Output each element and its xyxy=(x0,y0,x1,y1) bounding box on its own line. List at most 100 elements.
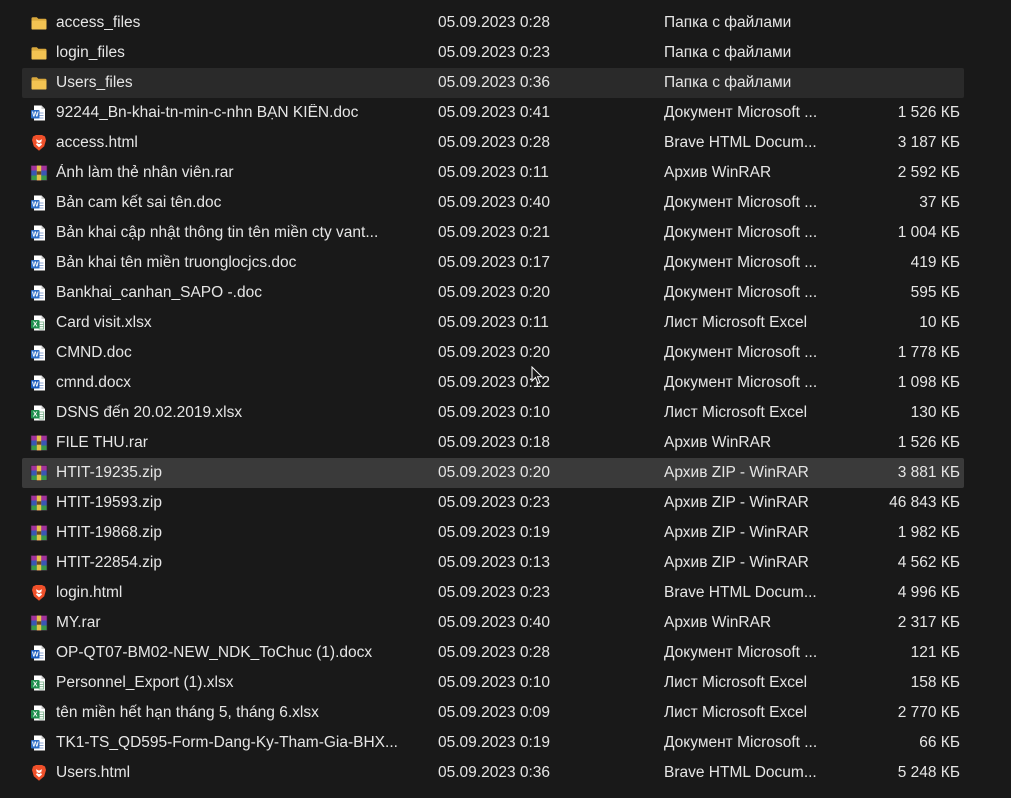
file-name: Bản khai cập nhật thông tin tên miền cty… xyxy=(56,224,379,241)
winrar-icon xyxy=(30,164,48,182)
file-row[interactable]: HTIT-22854.zip 05.09.2023 0:13 Архив ZIP -… xyxy=(22,548,964,578)
file-row[interactable]: W CMND.doc 05.09.2023 0:20 Документ Microso… xyxy=(22,338,964,368)
file-type: Документ Microsoft ... xyxy=(664,644,818,661)
file-size: 3 881 КБ xyxy=(897,464,960,481)
file-row[interactable]: login_files 05.09.2023 0:23 Папка с файлам… xyxy=(22,38,964,68)
file-row[interactable]: access.html 05.09.2023 0:28 Brave HTML Doc… xyxy=(22,128,964,158)
file-row[interactable]: X DSNS đến 20.02.2019.xlsx 05.09.2023 0:10… xyxy=(22,398,964,428)
file-row[interactable]: X Card visit.xlsx 05.09.2023 0:11 Лист Micr… xyxy=(22,308,964,338)
winrar-icon xyxy=(30,434,48,452)
file-size: 5 248 КБ xyxy=(897,764,960,781)
svg-text:X: X xyxy=(33,712,38,719)
word-doc-icon: W xyxy=(30,224,48,242)
file-size: 595 КБ xyxy=(910,284,960,301)
file-row[interactable]: FILE THU.rar 05.09.2023 0:18 Архив WinRAR 1… xyxy=(22,428,964,458)
winrar-icon xyxy=(30,614,48,632)
word-doc-icon: W xyxy=(30,284,48,302)
file-date-modified: 05.09.2023 0:19 xyxy=(438,524,551,541)
file-date-modified: 05.09.2023 0:28 xyxy=(438,134,551,151)
file-name: Bản cam kết sai tên.doc xyxy=(56,194,222,211)
file-type: Архив WinRAR xyxy=(664,164,772,181)
file-date-modified: 05.09.2023 0:23 xyxy=(438,584,551,601)
file-row[interactable]: MY.rar 05.09.2023 0:40 Архив WinRAR 2 317 К… xyxy=(22,608,964,638)
file-row[interactable]: W OP-QT07-BM02-NEW_NDK_ToChuc (1).docx 05.… xyxy=(22,638,964,668)
file-type: Архив WinRAR xyxy=(664,434,772,451)
file-date-modified: 05.09.2023 0:11 xyxy=(438,164,549,181)
file-row[interactable]: Ảnh làm thẻ nhân viên.rar 05.09.2023 0:11… xyxy=(22,158,964,188)
file-name: TK1-TS_QD595-Form-Dang-Ky-Tham-Gia-BHX..… xyxy=(56,734,398,751)
file-date-modified: 05.09.2023 0:18 xyxy=(438,434,551,451)
file-date-modified: 05.09.2023 0:28 xyxy=(438,14,551,31)
file-row[interactable]: W TK1-TS_QD595-Form-Dang-Ky-Tham-Gia-BHX.… xyxy=(22,728,964,758)
file-row[interactable]: X Personnel_Export (1).xlsx 05.09.2023 0:1… xyxy=(22,668,964,698)
file-size: 4 996 КБ xyxy=(897,584,960,601)
file-row[interactable]: access_files 05.09.2023 0:28 Папка с файла… xyxy=(22,8,964,38)
file-type: Документ Microsoft ... xyxy=(664,104,818,121)
file-date-modified: 05.09.2023 0:28 xyxy=(438,644,551,661)
file-name: HTIT-19868.zip xyxy=(56,524,162,541)
file-row[interactable]: Users_files 05.09.2023 0:36 Папка с файлам… xyxy=(22,68,964,98)
mouse-pointer-icon xyxy=(531,366,543,385)
file-name: CMND.doc xyxy=(56,344,132,361)
file-size: 1 098 КБ xyxy=(897,374,960,391)
file-row[interactable]: Wcmnd.docx 05.09.2023 0:12 Документ Micros… xyxy=(22,368,964,398)
file-size: 1 982 КБ xyxy=(897,524,960,541)
file-list: access_files 05.09.2023 0:28 Папка с файла… xyxy=(22,8,964,788)
word-doc-icon: W xyxy=(30,344,48,362)
file-row[interactable]: W 92244_Bn-khai-tn-min-c-nhn BẠN KIÊN.doc… xyxy=(22,98,964,128)
svg-text:W: W xyxy=(32,262,39,269)
file-date-modified: 05.09.2023 0:10 xyxy=(438,404,551,421)
file-name: login.html xyxy=(56,584,123,601)
svg-text:X: X xyxy=(33,322,38,329)
file-size: 121 КБ xyxy=(910,644,960,661)
word-doc-icon: W xyxy=(30,194,48,212)
file-row[interactable]: HTIT-19593.zip 05.09.2023 0:23 Архив ZIP -… xyxy=(22,488,964,518)
file-type: Документ Microsoft ... xyxy=(664,374,818,391)
svg-text:W: W xyxy=(32,352,39,359)
file-name: 92244_Bn-khai-tn-min-c-nhn BẠN KIÊN.doc xyxy=(56,104,359,121)
file-type: Лист Microsoft Excel xyxy=(664,704,808,721)
file-type: Brave HTML Docum... xyxy=(664,134,817,151)
file-size: 1 526 КБ xyxy=(897,104,960,121)
folder-icon xyxy=(30,14,48,32)
word-doc-icon: W xyxy=(30,104,48,122)
file-date-modified: 05.09.2023 0:19 xyxy=(438,734,551,751)
file-row[interactable]: W Bankhai_canhan_SAPO -.doc 05.09.2023 0:2… xyxy=(22,278,964,308)
file-name: Users.html xyxy=(56,764,131,781)
file-name: OP-QT07-BM02-NEW_NDK_ToChuc (1).docx xyxy=(56,644,373,661)
file-size: 2 317 КБ xyxy=(897,614,960,631)
file-date-modified: 05.09.2023 0:10 xyxy=(438,674,551,691)
file-size: 1 004 КБ xyxy=(897,224,960,241)
excel-icon: X xyxy=(30,404,48,422)
file-row[interactable]: HTIT-19235.zip 05.09.2023 0:20 Архив ZIP -… xyxy=(22,458,964,488)
file-row[interactable]: W Bản cam kết sai tên.doc 05.09.2023 0:40 Д… xyxy=(22,188,964,218)
file-row[interactable]: Xtên miền hết hạn tháng 5, tháng 6.xlsx 0… xyxy=(22,698,964,728)
file-type: Папка с файлами xyxy=(664,44,792,61)
file-size: 4 562 КБ xyxy=(897,554,960,571)
word-doc-icon: W xyxy=(30,254,48,272)
file-row[interactable]: Users.html 05.09.2023 0:36 Brave HTML Docu… xyxy=(22,758,964,788)
file-type: Архив ZIP - WinRAR xyxy=(664,494,809,511)
winrar-icon xyxy=(30,494,48,512)
file-name: HTIT-19593.zip xyxy=(56,494,162,511)
file-row[interactable]: W Bản khai cập nhật thông tin tên miền ct… xyxy=(22,218,964,248)
file-row[interactable]: login.html 05.09.2023 0:23 Brave HTML Docu… xyxy=(22,578,964,608)
file-date-modified: 05.09.2023 0:41 xyxy=(438,104,551,121)
file-size: 158 КБ xyxy=(910,674,960,691)
file-date-modified: 05.09.2023 0:36 xyxy=(438,764,551,781)
excel-icon: X xyxy=(30,704,48,722)
svg-text:X: X xyxy=(33,682,38,689)
file-name: Users_files xyxy=(56,74,133,91)
file-size: 2 770 КБ xyxy=(897,704,960,721)
file-name: cmnd.docx xyxy=(56,374,131,391)
file-type: Папка с файлами xyxy=(664,74,792,91)
file-name: Card visit.xlsx xyxy=(56,314,152,331)
file-size: 3 187 КБ xyxy=(897,134,960,151)
file-type: Архив ZIP - WinRAR xyxy=(664,554,809,571)
file-size: 130 КБ xyxy=(910,404,960,421)
svg-text:W: W xyxy=(32,382,39,389)
file-row[interactable]: W Bản khai tên miền truonglocjcs.doc 05.09… xyxy=(22,248,964,278)
excel-icon: X xyxy=(30,314,48,332)
file-row[interactable]: HTIT-19868.zip 05.09.2023 0:19 Архив ZIP -… xyxy=(22,518,964,548)
file-date-modified: 05.09.2023 0:20 xyxy=(438,284,551,301)
